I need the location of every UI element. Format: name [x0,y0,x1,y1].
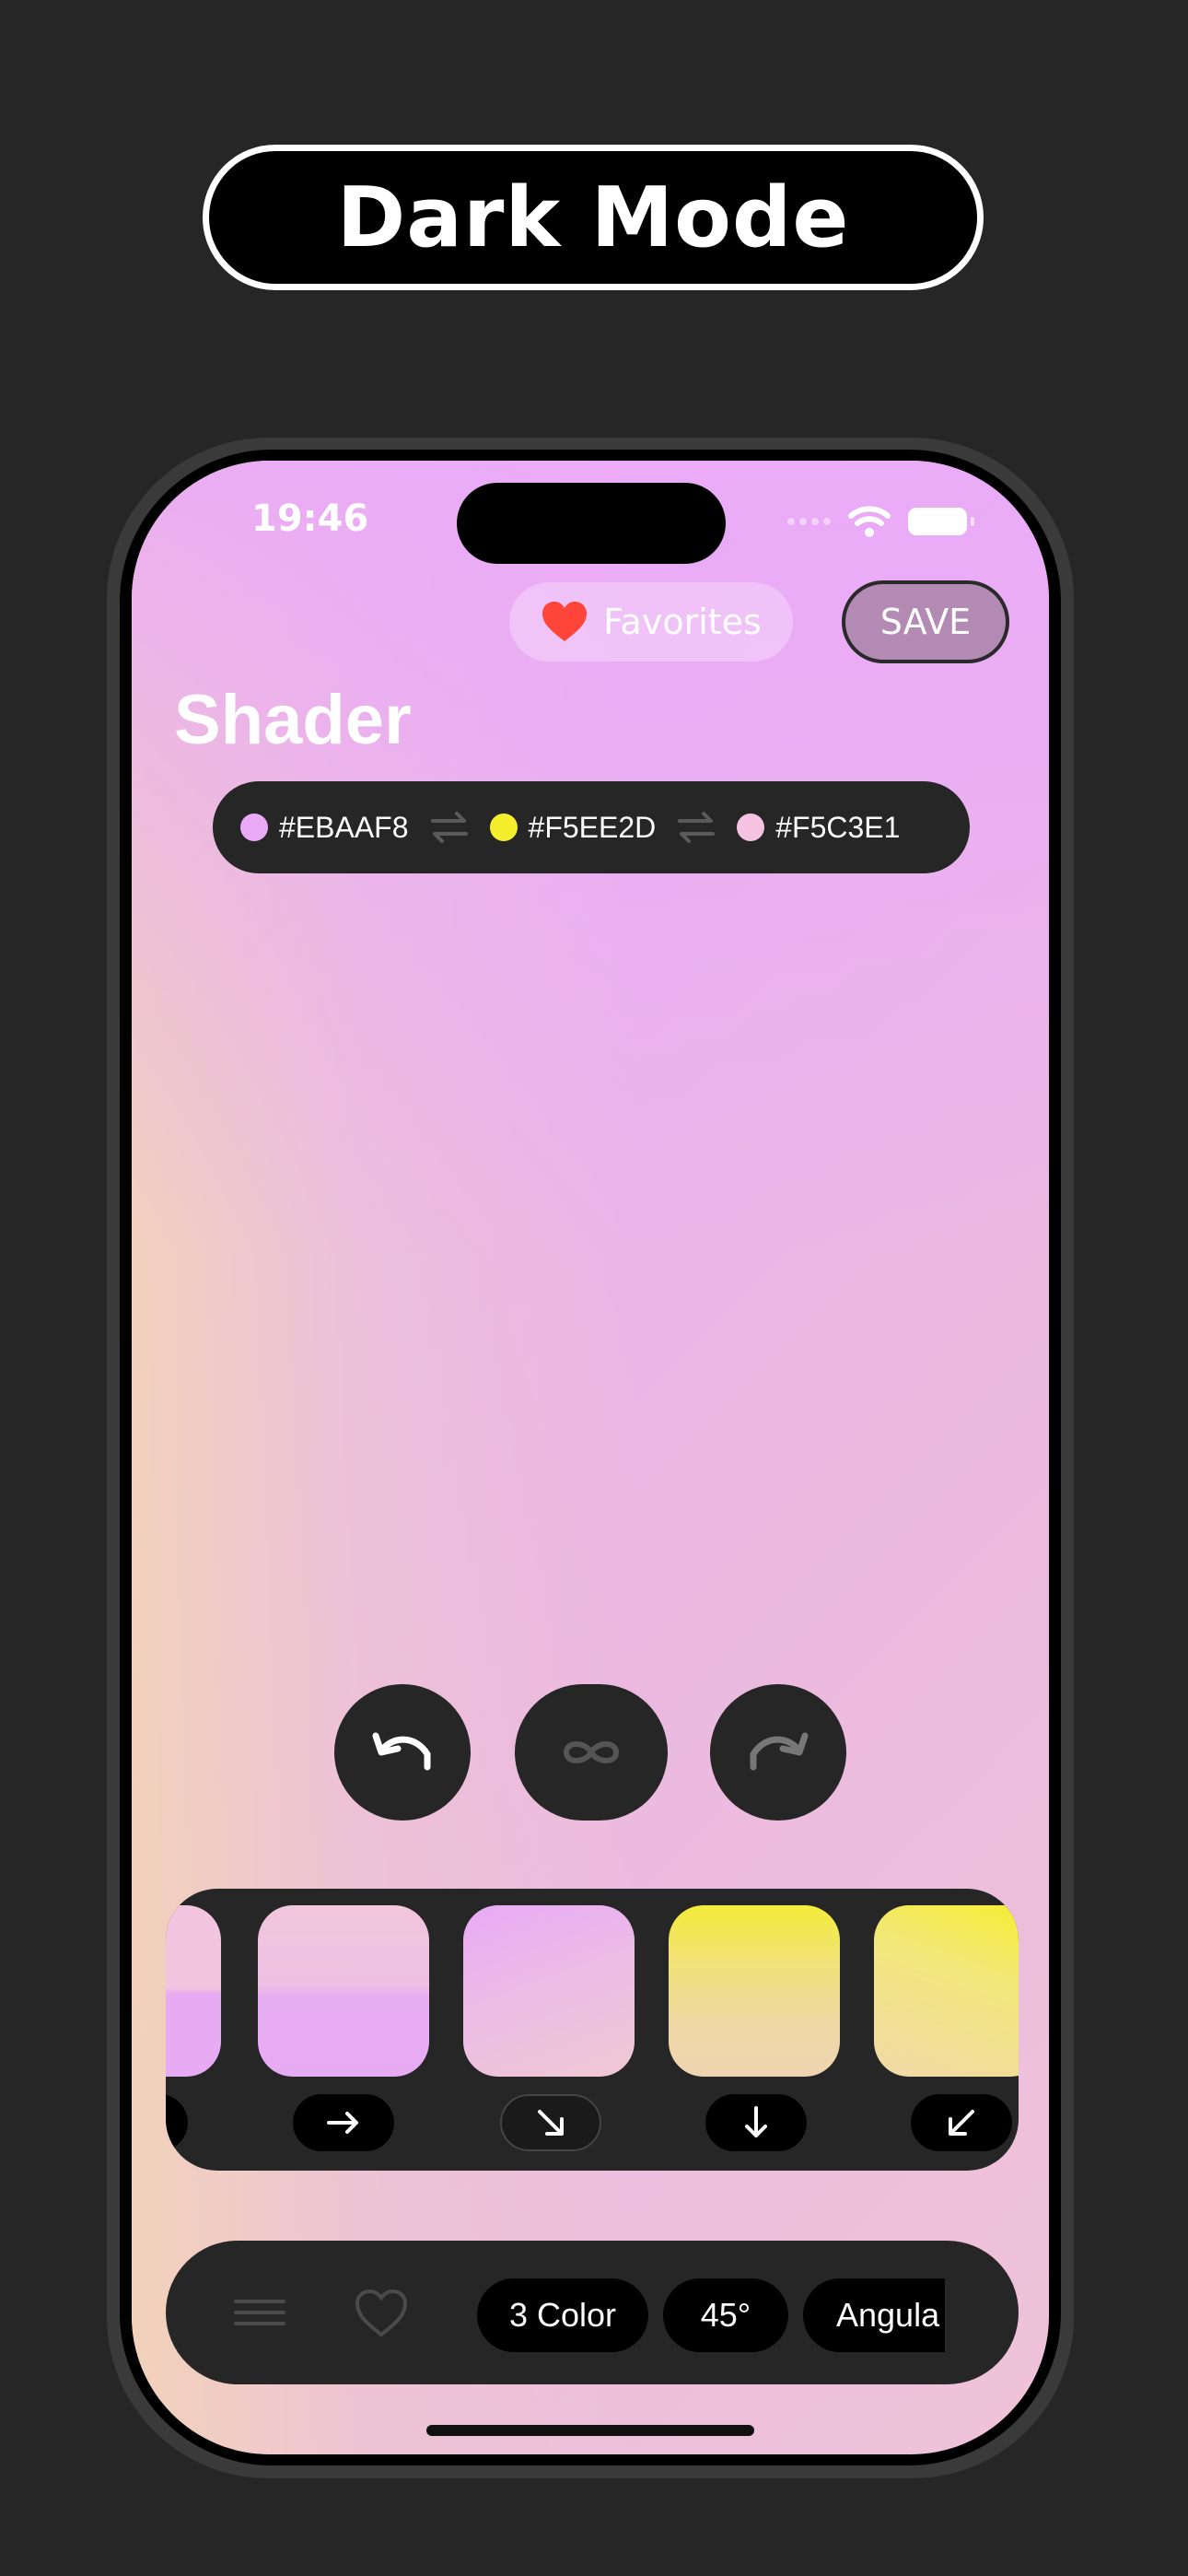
gradient-type-chip[interactable]: Angula [803,2278,945,2352]
arrow-down-icon [745,2106,767,2137]
color-stops-bar: #EBAAF8 #F5EE2D #F5C3E1 [213,781,970,873]
heart-icon [542,602,588,641]
dynamic-island [457,483,726,564]
redo-icon [750,1732,809,1771]
arrow-pill-left[interactable] [166,2094,188,2151]
color-swatch [737,814,765,841]
arrow-right-icon [327,2112,358,2134]
color-count-chip[interactable]: 3 Color [477,2278,648,2352]
preset-tile-down[interactable] [669,1905,840,2077]
status-time: 19:46 [251,498,369,540]
preset-tile-left[interactable] [166,1905,221,2077]
dark-mode-banner: Dark Mode [203,145,984,290]
favorites-button[interactable]: Favorites [509,582,793,662]
swap-colors-icon[interactable] [422,809,477,846]
preset-tile-down-right[interactable] [463,1905,635,2077]
loop-button[interactable] [515,1684,668,1821]
arrow-down-left-icon [949,2110,974,2136]
battery-icon [908,508,974,535]
banner-title: Dark Mode [336,169,850,266]
color-hex-label: #F5C3E1 [775,810,901,844]
menu-icon[interactable] [232,2290,287,2338]
app-screen: 19:46 Favorites SAVE Shader #EBAAF8 #F5E… [132,461,1049,2454]
wifi-icon [848,506,891,537]
page-title: Shader [174,681,412,759]
save-button[interactable]: SAVE [842,580,1009,663]
color-hex-label: #F5EE2D [528,810,657,844]
heart-outline-icon[interactable] [354,2289,409,2342]
undo-button[interactable] [334,1684,471,1821]
color-stop-3[interactable]: #F5C3E1 [737,811,900,845]
direction-down-right-button[interactable] [500,2094,601,2151]
preset-tile-right[interactable] [258,1905,429,2077]
cellular-signal-icon [787,518,831,525]
color-stop-1[interactable]: #EBAAF8 [240,811,409,845]
color-swatch [240,814,268,841]
bottom-toolbar: 3 Color 45° Angula [166,2241,1019,2384]
arrow-down-right-icon [538,2110,564,2136]
undo-icon [372,1732,431,1771]
angle-chip[interactable]: 45° [663,2278,788,2352]
direction-presets-panel [166,1889,1019,2171]
preset-tile-down-left[interactable] [874,1905,1019,2077]
color-hex-label: #EBAAF8 [279,810,409,844]
direction-down-button[interactable] [705,2094,807,2151]
direction-down-left-button[interactable] [911,2094,1012,2151]
color-stop-2[interactable]: #F5EE2D [489,810,657,845]
favorites-label: Favorites [603,602,762,642]
direction-right-button[interactable] [293,2094,394,2151]
status-icons [787,505,974,538]
color-swatch [489,814,518,841]
redo-button[interactable] [710,1684,846,1821]
home-indicator [426,2425,754,2436]
swap-colors-icon[interactable] [669,809,724,846]
infinity-icon [563,1741,620,1763]
